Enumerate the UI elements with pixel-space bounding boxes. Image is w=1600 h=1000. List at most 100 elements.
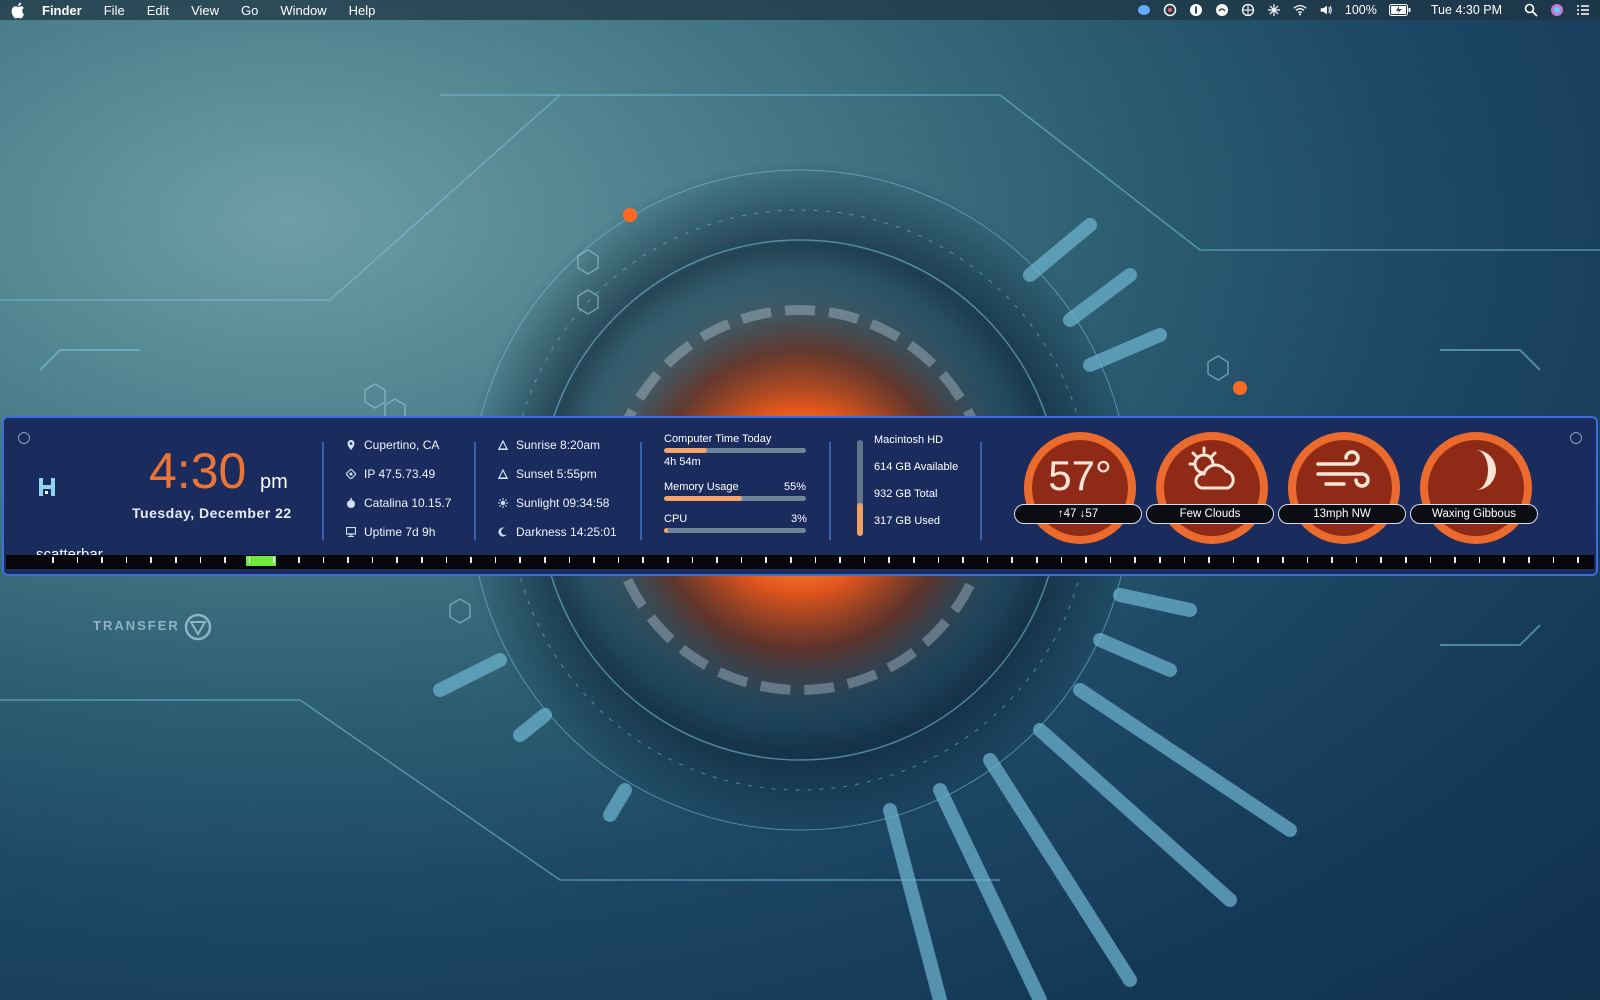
monitor-icon <box>346 527 356 537</box>
timeline-tick <box>691 557 694 563</box>
menu-view[interactable]: View <box>191 3 219 18</box>
network-icon <box>346 469 356 479</box>
moon-phase-gauge[interactable]: Waxing Gibbous <box>1410 432 1538 544</box>
left-corner-dot[interactable] <box>18 432 30 444</box>
disk-usage-bar-fill <box>857 503 863 536</box>
timeline-tick <box>298 557 300 563</box>
timeline-tick <box>224 557 226 563</box>
timeline-tick <box>1208 557 1210 563</box>
timeline-tick <box>765 557 767 563</box>
timeline-tick <box>248 557 251 563</box>
menu-go[interactable]: Go <box>241 3 258 18</box>
timeline-tick <box>1134 557 1136 563</box>
siri-icon[interactable] <box>1550 3 1564 17</box>
timeline-tick <box>1454 557 1456 563</box>
menu-file[interactable]: File <box>104 3 125 18</box>
timeline-tick <box>888 557 890 563</box>
divider <box>640 442 642 540</box>
sunlight-text: Sunlight 09:34:58 <box>516 496 610 510</box>
timeline-tick <box>175 557 177 563</box>
menu-app-name[interactable]: Finder <box>42 3 82 18</box>
password-manager-icon[interactable] <box>1189 3 1203 17</box>
computer-time-value: 4h 54m <box>664 456 701 468</box>
timeline-tick <box>863 557 866 563</box>
timeline-tick <box>814 557 817 563</box>
timeline-tick <box>1503 557 1505 563</box>
volume-icon[interactable] <box>1319 3 1333 17</box>
wind-gauge[interactable]: 13mph NW <box>1278 432 1406 544</box>
sunset-icon <box>498 469 508 479</box>
scatterbar-logo-icon <box>39 478 55 496</box>
timeline-tick-strip <box>6 555 1594 569</box>
location-pin-icon <box>347 440 355 450</box>
timeline-tick <box>150 557 152 563</box>
temperature-gauge[interactable]: 57° ↑47 ↓57 <box>1014 432 1142 544</box>
timeline-tick <box>322 557 325 563</box>
timeline-tick <box>667 557 669 563</box>
timeline-tick <box>1306 557 1309 563</box>
wifi-icon[interactable] <box>1293 3 1307 17</box>
battery-charging-icon[interactable] <box>1388 4 1411 16</box>
disk-usage-bar <box>857 440 863 536</box>
timeline-tick <box>593 557 595 563</box>
timeline-tick <box>1380 557 1382 563</box>
apple-logo-icon <box>347 498 355 508</box>
timeline-tick <box>716 557 718 563</box>
timeline-tick <box>1183 557 1186 563</box>
timeline-tick <box>1331 557 1333 563</box>
sunset-text: Sunset 5:55pm <box>516 467 597 481</box>
divider <box>829 442 831 540</box>
timeline-tick <box>544 557 546 563</box>
timeline-tick <box>740 557 743 563</box>
timeline-tick <box>494 557 497 563</box>
scatterbar-widget: scatterbar 4:30 pm Tuesday, December 22 … <box>2 416 1598 576</box>
condition-gauge[interactable]: Few Clouds <box>1146 432 1274 544</box>
sunrise-icon <box>498 440 508 450</box>
spotlight-search-icon[interactable] <box>1524 3 1538 17</box>
timeline-tick <box>76 557 79 563</box>
divider <box>474 442 476 540</box>
wallpaper-transfer-label: TRANSFER <box>93 618 180 633</box>
cpu-label: CPU <box>664 513 688 525</box>
timeline-tick <box>1159 557 1161 563</box>
notification-center-icon[interactable] <box>1576 3 1590 17</box>
apple-menu-icon[interactable] <box>10 1 28 19</box>
wind-pill: 13mph NW <box>1278 504 1406 524</box>
globe-icon[interactable] <box>1241 3 1255 17</box>
condition-pill: Few Clouds <box>1146 504 1274 524</box>
menubar-clock[interactable]: Tue 4:30 PM <box>1431 3 1502 17</box>
color-wheel-icon[interactable] <box>1163 3 1177 17</box>
temperature-value: 57° <box>1048 452 1112 499</box>
cloud-sync-icon[interactable] <box>1215 3 1229 17</box>
timeline-tick <box>470 557 472 563</box>
hi-lo-pill: ↑47 ↓57 <box>1014 504 1142 524</box>
right-corner-dot[interactable] <box>1570 432 1582 444</box>
timeline-tick <box>962 557 964 563</box>
elephant-icon[interactable] <box>1137 3 1151 17</box>
timeline-tick <box>1355 557 1358 563</box>
timeline-tick <box>273 557 275 563</box>
sparkle-icon[interactable] <box>1267 3 1281 17</box>
timeline-tick <box>52 557 54 563</box>
memory-usage-label: Memory Usage <box>664 481 739 493</box>
menu-window[interactable]: Window <box>280 3 326 18</box>
computer-time-bar <box>664 448 806 453</box>
partly-cloudy-icon <box>1188 446 1235 490</box>
wind-icon <box>1316 450 1370 488</box>
timeline-tick <box>1085 557 1087 563</box>
timeline-tick <box>371 557 374 563</box>
timeline-tick <box>1429 557 1432 563</box>
menu-bar: Finder File Edit View Go Window Help 100… <box>0 0 1600 20</box>
timeline-tick <box>1036 557 1038 563</box>
menu-edit[interactable]: Edit <box>147 3 169 18</box>
moon-phase-pill: Waxing Gibbous <box>1410 504 1538 524</box>
disk-name: Macintosh HD <box>874 434 944 446</box>
timeline-tick <box>445 557 448 563</box>
clock-ampm: pm <box>260 471 288 493</box>
timeline-tick <box>519 557 521 563</box>
sun-icon <box>498 498 508 508</box>
timeline-tick <box>396 557 398 563</box>
menu-help[interactable]: Help <box>349 3 376 18</box>
timeline-tick <box>347 557 349 563</box>
timeline-tick <box>1257 557 1259 563</box>
